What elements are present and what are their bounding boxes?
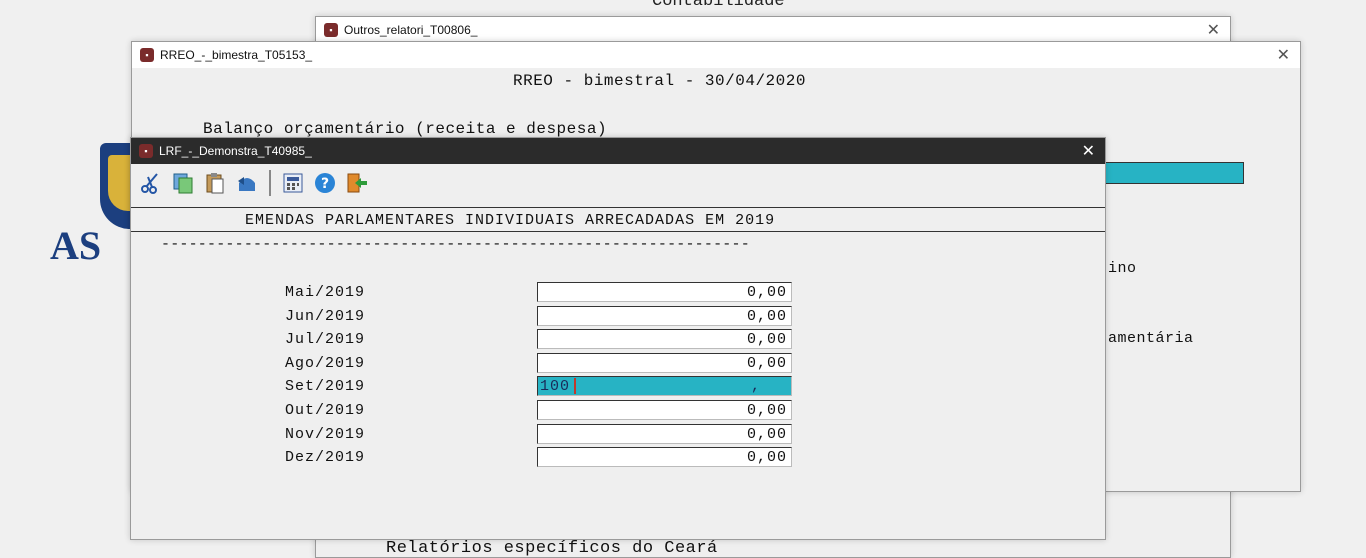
value-field[interactable]: 0,00: [537, 423, 792, 444]
value-text: 100: [540, 378, 571, 396]
header-bottom-rule: [131, 231, 1105, 232]
close-icon[interactable]: ✕: [1082, 141, 1095, 160]
value-field[interactable]: 100,: [537, 376, 792, 397]
help-icon[interactable]: ?: [311, 169, 339, 197]
month-label: Nov/2019: [285, 425, 366, 443]
text-caret: [574, 378, 577, 395]
value-field[interactable]: 0,00: [537, 352, 792, 373]
month-label: Set/2019: [285, 378, 366, 396]
app-icon: ▪: [324, 23, 338, 37]
rreo-heading: RREO - bimestral - 30/04/2020: [513, 72, 806, 90]
titlebar-rreo[interactable]: ▪ RREO_-_bimestra_T05153_ ✕: [132, 42, 1300, 68]
month-label: Mai/2019: [285, 284, 366, 301]
value-field[interactable]: 0,00: [537, 282, 792, 302]
rreo-menu-item-balanco[interactable]: Balanço orçamentário (receita e despesa): [203, 120, 607, 138]
value-field[interactable]: 0,00: [537, 400, 792, 420]
titlebar-outros[interactable]: ▪ Outros_relatori_T00806_ ✕: [316, 17, 1230, 43]
rreo-menu-item-partial[interactable]: amentária: [1108, 330, 1194, 347]
rreo-menu-item-partial[interactable]: ino: [1108, 260, 1137, 277]
svg-text:?: ?: [321, 176, 329, 192]
titlebar-lrf[interactable]: ▪ LRF_-_Demonstra_T40985_ ✕: [131, 138, 1105, 164]
close-icon[interactable]: ✕: [1277, 45, 1290, 64]
decimal-separator: ,: [750, 378, 761, 396]
table-row: Set/2019 100,: [131, 376, 1105, 398]
close-icon[interactable]: ✕: [1207, 20, 1220, 39]
calculator-icon[interactable]: [279, 169, 307, 197]
month-label: Dez/2019: [285, 449, 366, 467]
window-title: RREO_-_bimestra_T05153_: [160, 48, 313, 62]
month-label: Ago/2019: [285, 354, 366, 372]
table-row: Jun/2019 0,00: [131, 305, 1105, 328]
month-label: Out/2019: [285, 402, 366, 419]
exit-icon[interactable]: [343, 169, 371, 197]
table-row: Nov/2019 0,00: [131, 423, 1105, 446]
toolbar: ?: [131, 165, 1105, 201]
table-row: Mai/2019 0,00: [131, 282, 1105, 304]
report-header: EMENDAS PARLAMENTARES INDIVIDUAIS ARRECA…: [245, 212, 776, 229]
month-label: Jun/2019: [285, 307, 366, 325]
table-row: Out/2019 0,00: [131, 400, 1105, 422]
background-title-text: Contabilidade: [652, 0, 785, 11]
app-icon: ▪: [139, 144, 153, 158]
paste-icon[interactable]: [201, 169, 229, 197]
rreo-selected-bar[interactable]: [1102, 162, 1244, 184]
undo-icon[interactable]: [233, 169, 261, 197]
value-field[interactable]: 0,00: [537, 447, 792, 468]
table-row: Ago/2019 0,00: [131, 352, 1105, 375]
window-lrf-demonstrativo[interactable]: ▪ LRF_-_Demonstra_T40985_ ✕ ? EMENDAS PA…: [130, 137, 1106, 540]
copy-icon[interactable]: [169, 169, 197, 197]
app-icon: ▪: [140, 48, 154, 62]
window-title: LRF_-_Demonstra_T40985_: [159, 144, 312, 158]
value-field[interactable]: 0,00: [537, 329, 792, 350]
table-row: Dez/2019 0,00: [131, 447, 1105, 469]
background-footer-text: Relatórios específicos do Ceará: [386, 539, 718, 558]
toolbar-separator: [269, 170, 271, 196]
dashed-separator: ----------------------------------------…: [161, 236, 750, 253]
logo-text: AS: [50, 223, 102, 268]
table-row: Jul/2019 0,00: [131, 329, 1105, 351]
window-title: Outros_relatori_T00806_: [344, 23, 478, 37]
value-field[interactable]: 0,00: [537, 305, 792, 326]
month-label: Jul/2019: [285, 331, 366, 349]
cut-icon[interactable]: [137, 169, 165, 197]
header-top-rule: [131, 207, 1105, 208]
